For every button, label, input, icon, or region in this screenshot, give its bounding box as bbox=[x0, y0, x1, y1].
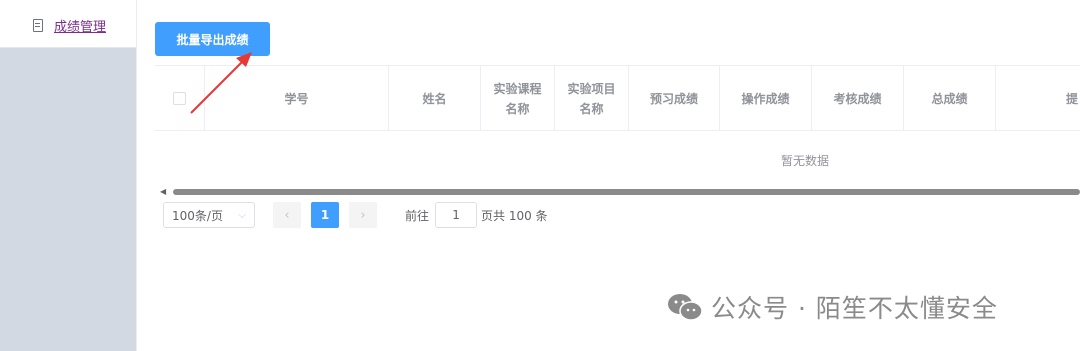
wechat-icon bbox=[668, 294, 703, 321]
watermark: 公众号 · 陌笙不太懂安全 bbox=[667, 289, 998, 325]
watermark-text: 公众号 · 陌笙不太懂安全 bbox=[711, 294, 998, 323]
arrow-shaft bbox=[190, 59, 245, 114]
